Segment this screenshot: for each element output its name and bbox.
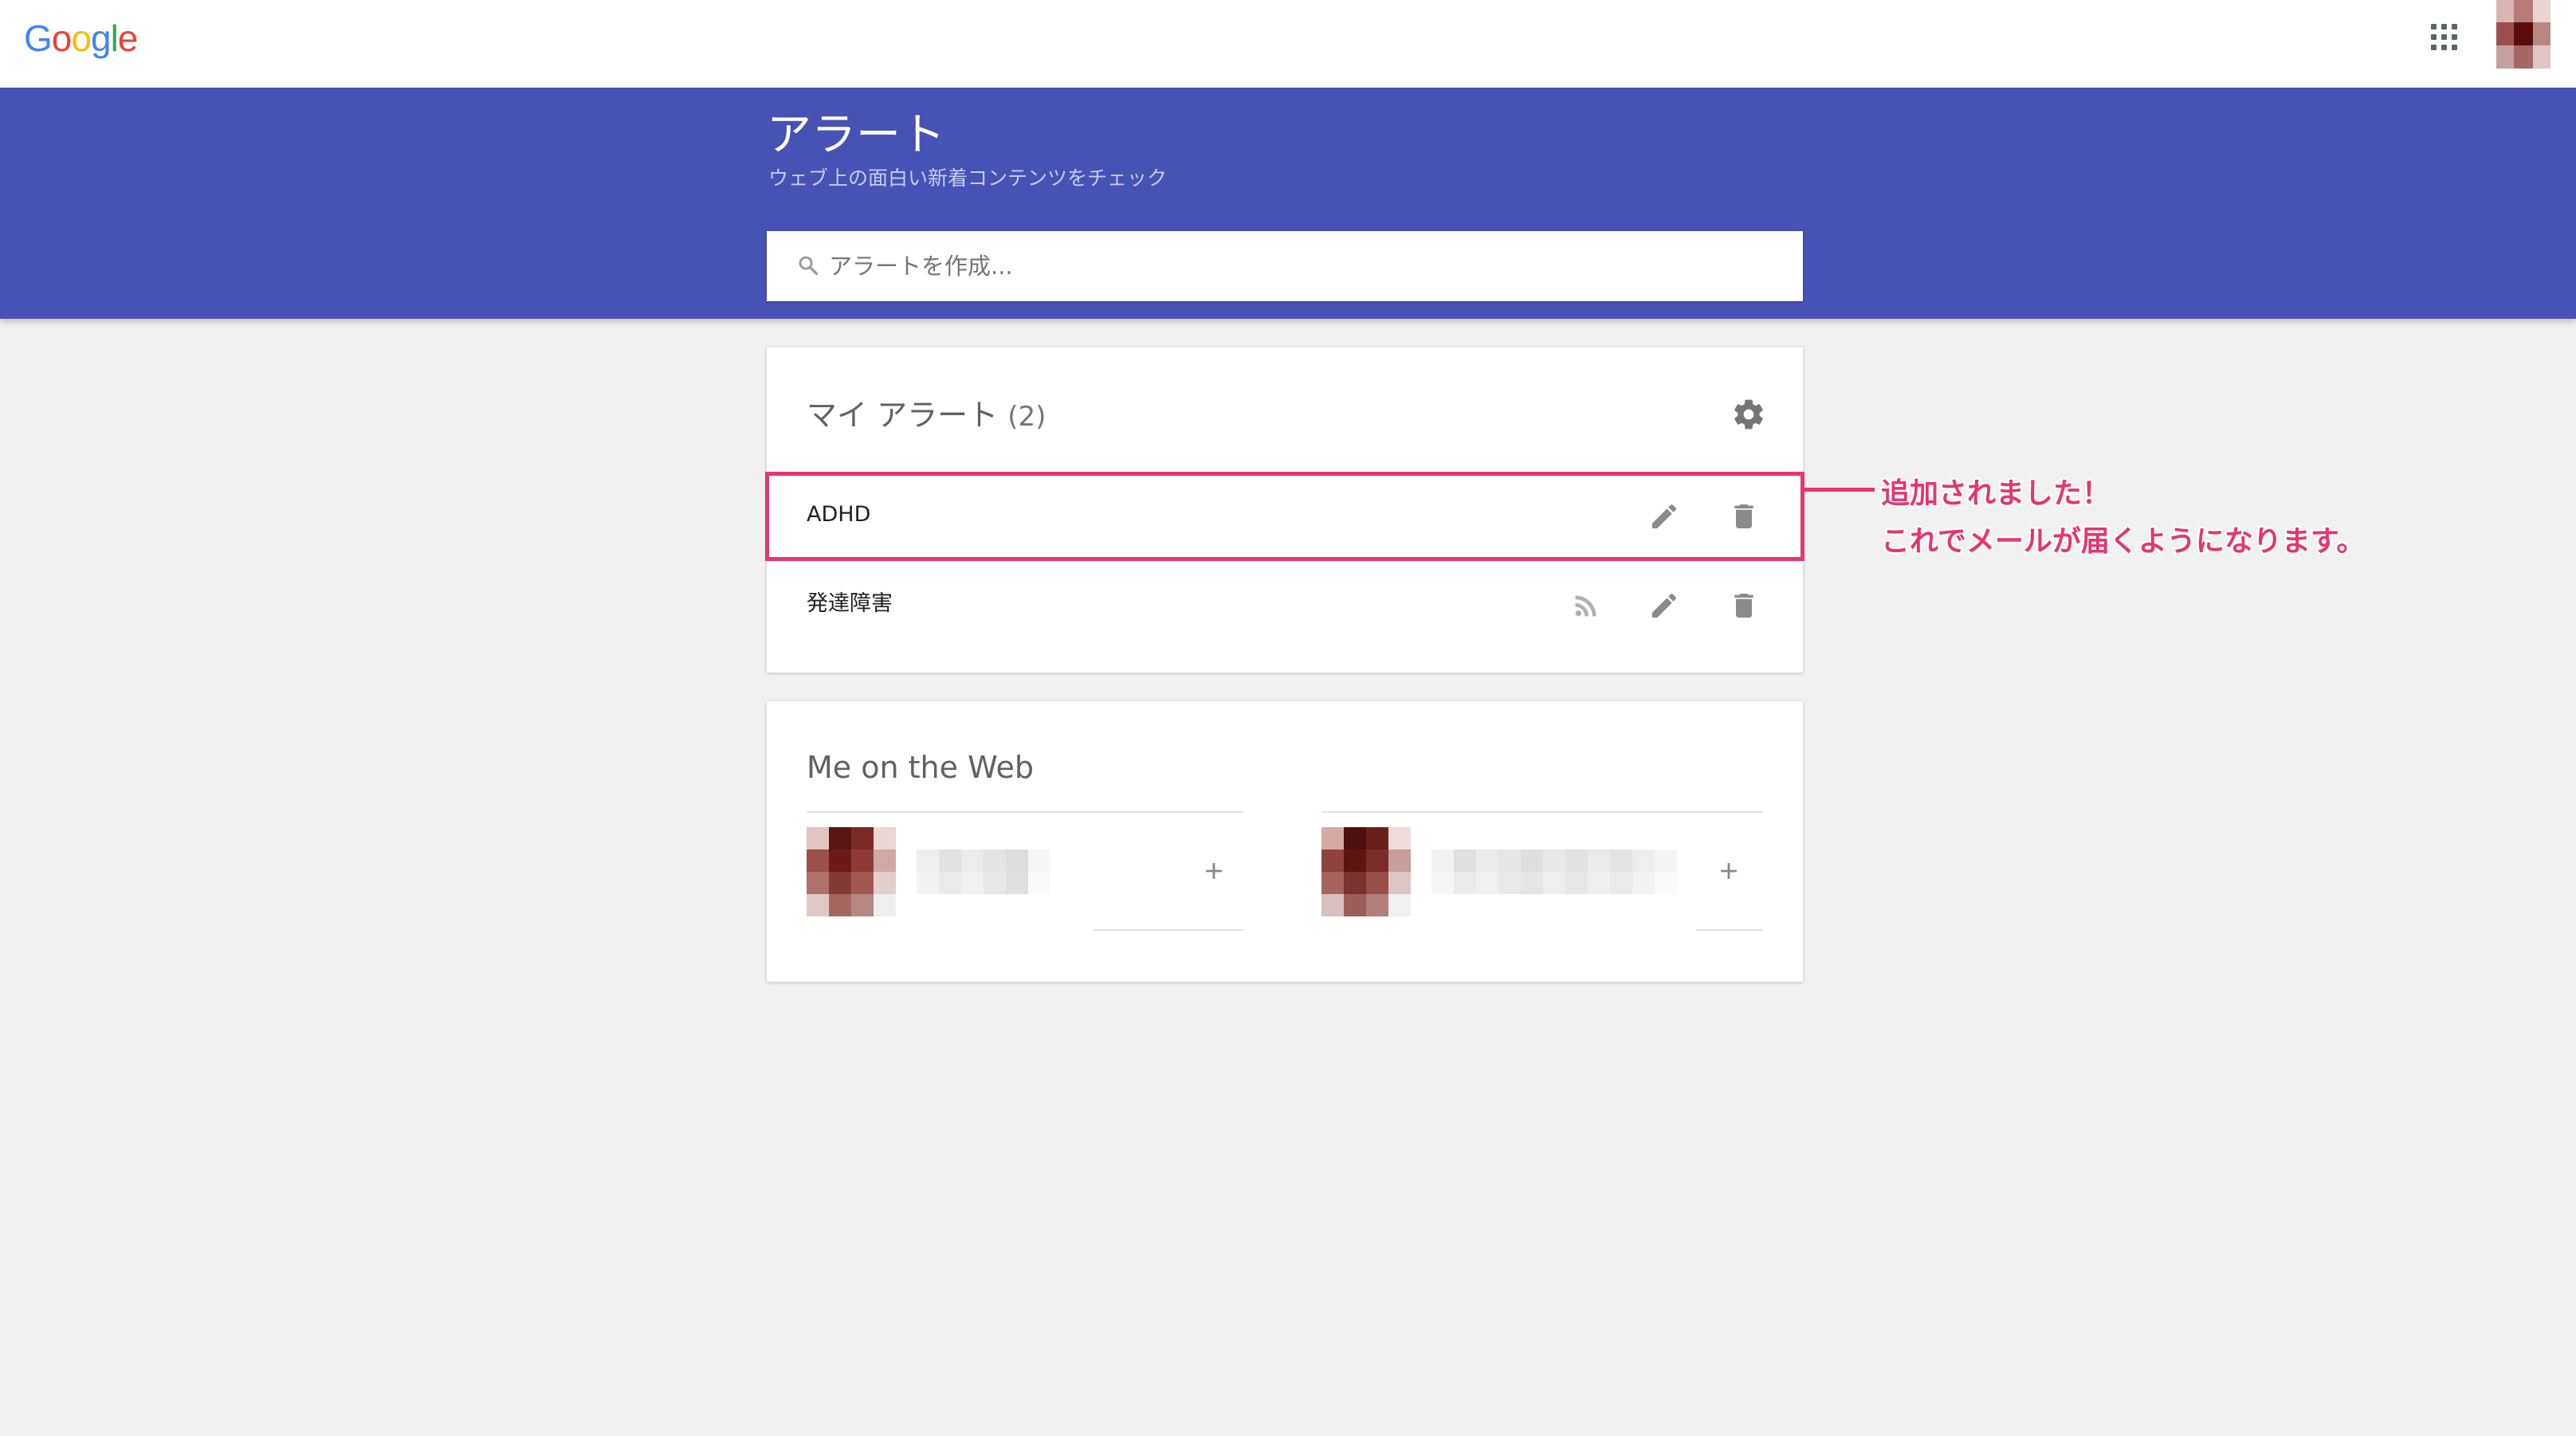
alerts-count: (2): [1007, 401, 1046, 433]
create-alert-input[interactable]: [829, 247, 1769, 285]
pencil-icon[interactable]: [1648, 500, 1680, 532]
search-box[interactable]: [767, 231, 1803, 301]
my-alerts-title-text: マイ アラート: [807, 398, 999, 433]
my-alerts-card: マイ アラート (2) ADHD 発達障害: [765, 347, 1804, 673]
annotation-connector: [1803, 488, 1875, 492]
search-icon: [799, 256, 819, 276]
me-on-the-web-card: Me on the Web: [767, 701, 1803, 982]
page-subtitle: ウェブ上の面白い新着コンテンツをチェック: [768, 167, 1168, 190]
profile-item: [1321, 811, 1763, 931]
my-alerts-title: マイ アラート (2): [807, 395, 1046, 437]
logo-letter: l: [110, 18, 119, 59]
pixelated-avatar: [807, 827, 896, 916]
alert-label: ADHD: [807, 502, 871, 527]
pencil-icon[interactable]: [1648, 590, 1680, 622]
gear-icon[interactable]: [1731, 397, 1766, 432]
logo-letter: o: [71, 18, 92, 59]
logo-letter: G: [24, 18, 53, 59]
alert-row-adhd[interactable]: ADHD: [765, 472, 1804, 561]
profile-name-pixelated: [1431, 849, 1687, 894]
google-logo[interactable]: Google: [24, 14, 139, 62]
apps-grid-icon[interactable]: [2431, 24, 2458, 51]
alert-label: 発達障害: [807, 591, 893, 616]
logo-letter: o: [51, 18, 73, 59]
annotation-callout: 追加されました！ これでメールが届くようになります。: [1881, 470, 2365, 566]
profile-item: [807, 811, 1243, 931]
account-avatar[interactable]: [2496, 0, 2550, 69]
profile-name-pixelated: [917, 849, 1076, 894]
logo-letter: g: [90, 18, 112, 59]
trash-icon[interactable]: [1728, 500, 1760, 532]
alert-row-hattatsu[interactable]: 発達障害: [767, 563, 1803, 649]
alerts-banner: アラート ウェブ上の面白い新着コンテンツをチェック: [0, 88, 2576, 319]
page-title: アラート: [767, 109, 945, 161]
annotation-line-1: 追加されました！: [1881, 477, 2111, 510]
trash-icon[interactable]: [1728, 590, 1760, 622]
top-bar: Google: [0, 0, 2576, 88]
plus-icon[interactable]: [1200, 857, 1227, 885]
rss-icon[interactable]: [1570, 590, 1602, 622]
logo-letter: e: [117, 18, 139, 59]
pixelated-avatar: [1321, 827, 1411, 916]
me-on-web-title: Me on the Web: [807, 750, 1034, 785]
annotation-line-2: これでメールが届くようになります。: [1881, 525, 2366, 558]
plus-icon[interactable]: [1715, 857, 1742, 885]
